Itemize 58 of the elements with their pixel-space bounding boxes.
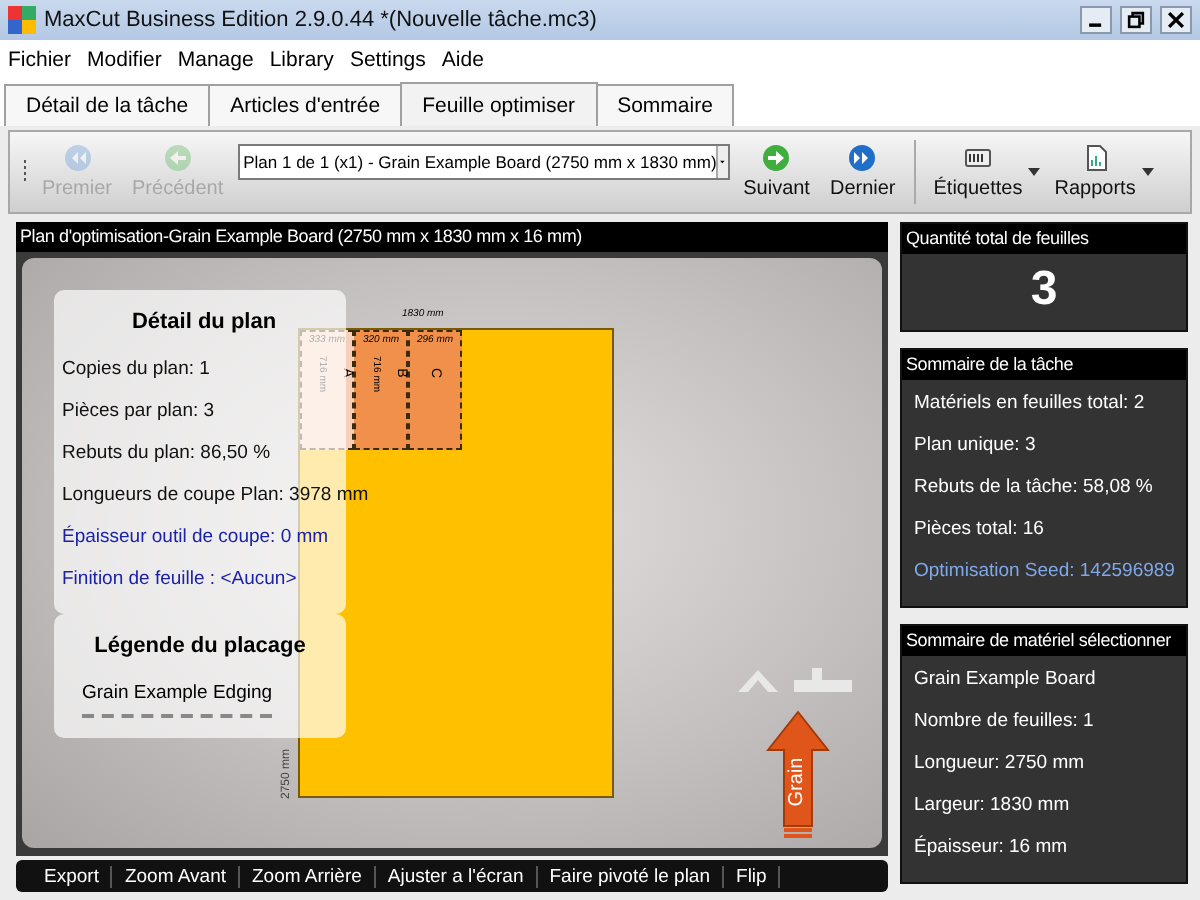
summary-text: Épaisseur: 16 mm [914, 836, 1068, 858]
panel-title: Sommaire de la tâche [902, 350, 1186, 380]
tab[interactable]: Articles d'entrée [208, 84, 403, 126]
plan-dropdown[interactable]: Plan 1 de 1 (x1) - Grain Example Board (2750 mm x 1830 mm) [237, 144, 730, 180]
sheet-count: 3 [1028, 260, 1060, 320]
action-link[interactable]: Zoom Arrière [240, 865, 376, 887]
dropdown-caret-icon [716, 146, 728, 178]
menu-item[interactable]: Manage [177, 47, 254, 71]
summary-text: Largeur: 1830 mm [914, 794, 1070, 816]
panel-title: Sommaire de matériel sélectionner [902, 626, 1186, 656]
tab[interactable]: Feuille optimiser [400, 82, 598, 126]
summary-text: Rebuts de la tâche: 58,08 % [914, 476, 1153, 498]
rotate-drawing [738, 668, 858, 692]
action-link[interactable]: Ajuster a l'écran [375, 865, 538, 887]
caret-icon [1141, 168, 1154, 176]
action-link[interactable]: Flip [724, 865, 781, 887]
minimize-icon[interactable] [1080, 6, 1112, 34]
summary-text: Grain Example Board [914, 668, 1096, 690]
tab[interactable]: Détail de la tâche [4, 84, 211, 126]
panel-title: Plan d'optimisation-Grain Example Board (2750 mm x 1830 mm x 16 mm) [16, 222, 888, 252]
grain-label: Grain [786, 757, 810, 807]
summary-text: Pièces total: 16 [914, 518, 1044, 540]
nav-button[interactable]: Dernier [823, 144, 902, 200]
app-logo-icon [8, 6, 36, 34]
nav-button[interactable]: Suivant [737, 144, 816, 200]
summary-text: Longueur: 2750 mm [914, 752, 1085, 774]
summary-text: Matériels en feuilles total: 2 [914, 392, 1145, 414]
summary-text: Optimisation Seed: 142596989 [914, 560, 1175, 582]
card-title: Légende du placage [92, 634, 308, 658]
panel-title: Quantité total de feuilles [902, 224, 1186, 254]
grain-arrow-icon [766, 710, 830, 842]
action-link[interactable]: Faire pivoté le plan [537, 865, 725, 887]
detail-text: Épaisseur outil de coupe: 0 mm [62, 526, 329, 548]
summary-text: Plan unique: 3 [914, 434, 1036, 456]
card-title: Détail du plan [129, 310, 279, 334]
window-title: MaxCut Business Edition 2.9.0.44 *(Nouvelle tâche.mc3) [44, 8, 599, 32]
label-icon [964, 144, 992, 172]
menu-button[interactable]: Étiquettes [927, 144, 1029, 200]
menu-button[interactable]: Rapports [1048, 144, 1142, 200]
grip-icon [22, 158, 28, 186]
restore-icon[interactable] [1120, 6, 1152, 34]
action-link[interactable]: Zoom Avant [112, 865, 240, 887]
detail-text: Copies du plan: 1 [62, 358, 210, 380]
menu-item[interactable]: Modifier [87, 47, 162, 71]
detail-text: Finition de feuille : <Aucun> [62, 568, 297, 590]
summary-text: Nombre de feuilles: 1 [914, 710, 1094, 732]
close-icon[interactable] [1160, 6, 1192, 34]
menu-item[interactable]: Library [269, 47, 334, 71]
document-icon [1081, 144, 1110, 172]
menu-item[interactable]: Aide [441, 47, 484, 71]
detail-text: Rebuts du plan: 86,50 % [62, 442, 271, 464]
action-link[interactable]: Export [32, 865, 113, 887]
tab[interactable]: Sommaire [595, 84, 735, 126]
edging-legend: Grain Example Edging [82, 682, 273, 718]
menu-item[interactable]: Settings [349, 47, 426, 71]
detail-text: Pièces par plan: 3 [62, 400, 215, 422]
menu-item[interactable]: Fichier [8, 47, 72, 71]
caret-icon [1028, 168, 1041, 176]
